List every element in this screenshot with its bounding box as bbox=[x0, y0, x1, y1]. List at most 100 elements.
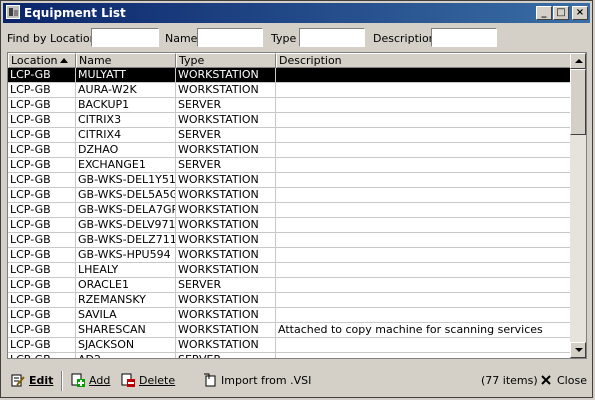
cell-type: WORKSTATION bbox=[176, 293, 276, 308]
table-row[interactable]: LCP-GBAD2SERVER bbox=[8, 353, 571, 358]
cell-location: LCP-GB bbox=[8, 248, 76, 263]
cell-location: LCP-GB bbox=[8, 353, 76, 358]
table-row[interactable]: LCP-GB CITRIX4 SERVER bbox=[8, 128, 571, 143]
cell-name: GB-WKS-HPU594 bbox=[76, 248, 176, 263]
cell-type: WORKSTATION bbox=[176, 248, 276, 263]
cell-name: MULYATT bbox=[76, 68, 176, 83]
import-button[interactable]: Import from .VSI bbox=[203, 373, 311, 389]
window-title: Equipment List bbox=[24, 6, 126, 20]
table-row[interactable]: LCP-GB CITRIX3 WORKSTATION bbox=[8, 113, 571, 128]
cell-description bbox=[276, 308, 571, 323]
description-filter-input[interactable] bbox=[431, 28, 497, 47]
cell-type: SERVER bbox=[176, 128, 276, 143]
table-row[interactable]: LCP-GB GB-WKS-HPU594 WORKSTATION bbox=[8, 248, 571, 263]
cell-type: WORKSTATION bbox=[176, 263, 276, 278]
title-bar[interactable]: Equipment List _ □ × bbox=[3, 3, 590, 23]
table-row[interactable]: LCP-GB GB-WKS-DELZ711 WORKSTATION bbox=[8, 233, 571, 248]
table-row[interactable]: LCP-GB DZHAO WORKSTATION bbox=[8, 143, 571, 158]
cell-type: WORKSTATION bbox=[176, 338, 276, 353]
cell-description bbox=[276, 263, 571, 278]
edit-icon bbox=[11, 373, 25, 387]
edit-button[interactable]: Edit bbox=[11, 373, 53, 389]
scrollbar-thumb[interactable] bbox=[570, 69, 586, 135]
cell-location: LCP-GB bbox=[8, 263, 76, 278]
table-row[interactable]: LCP-GB EXCHANGE1 SERVER bbox=[8, 158, 571, 173]
table-row[interactable]: LCP-GB AURA-W2K WORKSTATION bbox=[8, 83, 571, 98]
add-label: Add bbox=[89, 374, 111, 387]
table-row[interactable]: LCP-GB ORACLE1 SERVER bbox=[8, 278, 571, 293]
table-row[interactable]: LCP-GB SHARESCAN WORKSTATION Attached to co… bbox=[8, 323, 571, 338]
cell-description bbox=[276, 128, 571, 143]
cell-type: WORKSTATION bbox=[176, 143, 276, 158]
cell-description bbox=[276, 188, 571, 203]
cell-location: LCP-GB bbox=[8, 188, 76, 203]
cell-type: WORKSTATION bbox=[176, 203, 276, 218]
column-header-name[interactable]: Name bbox=[76, 53, 176, 68]
maximize-button[interactable]: □ bbox=[553, 6, 569, 20]
cell-description bbox=[276, 173, 571, 188]
table-row[interactable]: LCP-GB GB-WKS-DELV971 WORKSTATION bbox=[8, 218, 571, 233]
table-row[interactable]: LCP-GB GB-WKS-DEL1Y51 WORKSTATION bbox=[8, 173, 571, 188]
table-row[interactable]: LCP-GB GB-WKS-DEL5A5G WORKSTATION bbox=[8, 188, 571, 203]
cell-type: SERVER bbox=[176, 98, 276, 113]
type-filter-label: Type bbox=[271, 32, 297, 45]
add-icon bbox=[71, 373, 85, 387]
cell-location: LCP-GB bbox=[8, 323, 76, 338]
vertical-scrollbar[interactable] bbox=[570, 53, 586, 358]
cell-location: LCP-GB bbox=[8, 278, 76, 293]
cell-description bbox=[276, 248, 571, 263]
cell-type: WORKSTATION bbox=[176, 113, 276, 128]
cell-type: SERVER bbox=[176, 353, 276, 358]
column-header-label: Location bbox=[11, 54, 58, 67]
filter-bar: Find by Location Name Type Description bbox=[3, 25, 590, 51]
cell-name: GB-WKS-DEL1Y51 bbox=[78, 173, 176, 188]
cell-location: LCP-GB bbox=[8, 83, 76, 98]
arrow-up-icon bbox=[575, 59, 583, 63]
table-row[interactable]: LCP-GB BACKUP1 SERVER bbox=[8, 98, 571, 113]
cell-type: SERVER bbox=[176, 278, 276, 293]
cell-name: SJACKSON bbox=[76, 338, 176, 353]
name-filter-input[interactable] bbox=[197, 28, 263, 47]
cell-type: WORKSTATION bbox=[176, 68, 276, 83]
toolbar-separator bbox=[61, 371, 63, 391]
close-icon bbox=[539, 373, 553, 387]
cell-name: BACKUP1 bbox=[76, 98, 176, 113]
cell-description bbox=[276, 233, 571, 248]
cell-location: LCP-GB bbox=[8, 308, 76, 323]
table-row[interactable]: LCP-GB LHEALY WORKSTATION bbox=[8, 263, 571, 278]
cell-location: LCP-GB bbox=[8, 218, 76, 233]
scroll-up-button[interactable] bbox=[570, 53, 586, 69]
import-icon bbox=[203, 373, 217, 387]
add-button[interactable]: Add bbox=[71, 373, 110, 389]
cell-description bbox=[276, 98, 571, 113]
location-filter-input[interactable] bbox=[91, 28, 159, 47]
app-icon bbox=[6, 5, 20, 19]
cell-location: LCP-GB bbox=[8, 293, 76, 308]
close-window-button[interactable]: × bbox=[572, 6, 588, 20]
sort-ascending-icon bbox=[59, 58, 68, 63]
delete-button[interactable]: Delete bbox=[121, 373, 175, 389]
cell-type: WORKSTATION bbox=[176, 83, 276, 98]
delete-icon bbox=[121, 373, 135, 387]
import-label: Import from .VSI bbox=[221, 374, 312, 387]
table-row[interactable]: LCP-GB RZEMANSKY WORKSTATION bbox=[8, 293, 571, 308]
cell-name: GB-WKS-DELV971 bbox=[78, 218, 176, 233]
cell-description bbox=[276, 203, 571, 218]
location-filter-label: Find by Location bbox=[7, 32, 97, 45]
table-row[interactable]: LCP-GB SAVILA WORKSTATION bbox=[8, 308, 571, 323]
column-header-description[interactable]: Description bbox=[276, 53, 571, 68]
close-button[interactable]: Close bbox=[539, 373, 587, 389]
scroll-down-button[interactable] bbox=[570, 342, 586, 358]
close-label: Close bbox=[557, 374, 587, 387]
column-header-location[interactable]: Location bbox=[8, 53, 76, 68]
cell-type: WORKSTATION bbox=[176, 173, 276, 188]
table-row[interactable]: LCP-GB SJACKSON WORKSTATION bbox=[8, 338, 571, 353]
column-header-type[interactable]: Type bbox=[176, 53, 276, 68]
cell-name: GB-WKS-DELZ711 bbox=[78, 233, 176, 248]
table-row[interactable]: LCP-GB MULYATT WORKSTATION bbox=[8, 68, 571, 83]
type-filter-input[interactable] bbox=[299, 28, 365, 47]
minimize-button[interactable]: _ bbox=[536, 6, 552, 20]
table-row[interactable]: LCP-GB GB-WKS-DELA7GR WORKSTATION bbox=[8, 203, 571, 218]
cell-location: LCP-GB bbox=[8, 68, 76, 83]
cell-location: LCP-GB bbox=[8, 128, 76, 143]
